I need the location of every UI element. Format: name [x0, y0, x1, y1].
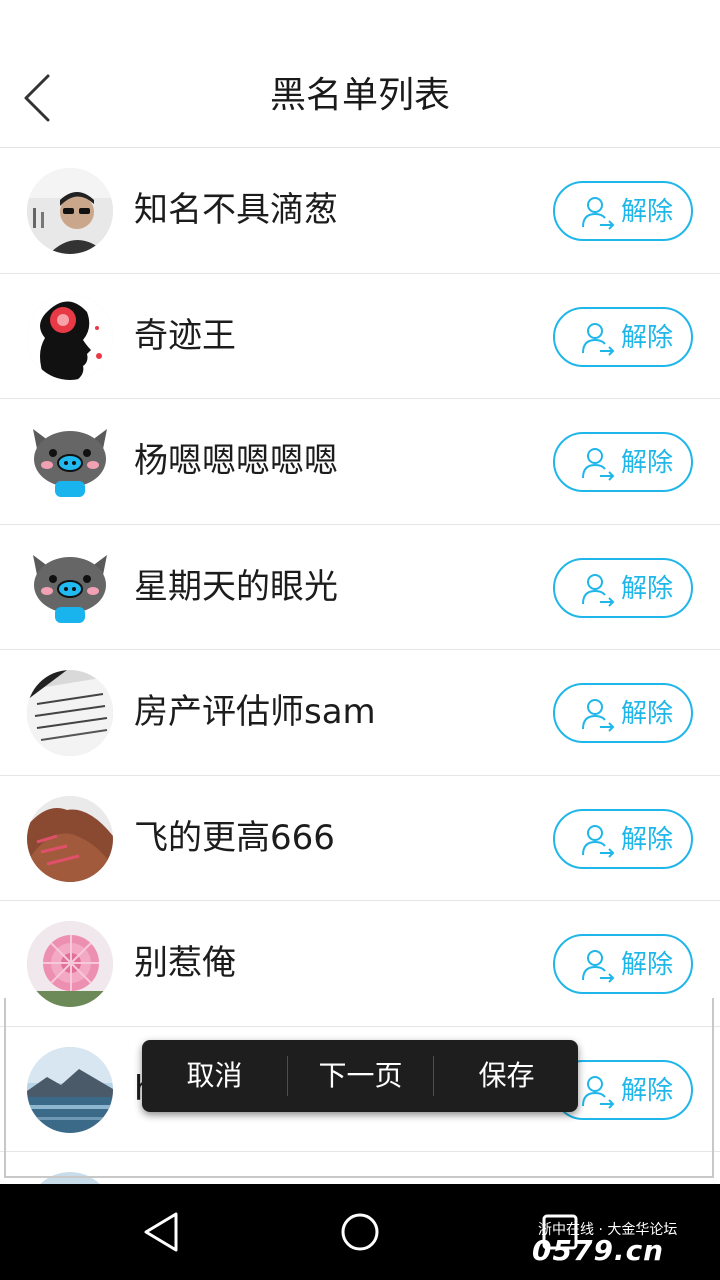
action-popup: 取消 下一页 保存: [142, 1040, 578, 1112]
avatar-image: [27, 1046, 113, 1133]
list-item: 奇迹王 解除: [0, 273, 720, 399]
circle-home-icon: [341, 1213, 379, 1251]
user-name: 杨嗯嗯嗯嗯嗯: [134, 441, 338, 481]
save-button[interactable]: 保存: [434, 1040, 579, 1112]
page-title: 黑名单列表: [269, 75, 450, 116]
list-item: 别惹俺 解除: [0, 901, 720, 1027]
triangle-back-icon: [144, 1212, 178, 1252]
unblock-button[interactable]: 解除: [553, 683, 693, 743]
pig-avatar-image: [33, 429, 107, 497]
next-page-button[interactable]: 下一页: [288, 1040, 433, 1112]
pig-avatar-image: [33, 554, 107, 623]
nav-home-button[interactable]: [330, 1202, 390, 1262]
avatar[interactable]: [27, 545, 113, 631]
avatar[interactable]: [27, 419, 113, 505]
user-name: 飞的更高666: [134, 817, 335, 858]
watermark-logo: 0579.cn: [532, 1234, 665, 1267]
list-item: 房产评估师sam 解除: [0, 650, 720, 776]
watermark: 浙中在线 · 大金华论坛 0579.cn: [530, 1218, 710, 1268]
unblock-label: 解除: [621, 824, 674, 855]
top-bar: 黑名单列表: [0, 48, 720, 148]
unblock-label: 解除: [621, 1075, 674, 1106]
avatar[interactable]: [27, 168, 113, 254]
avatar-image: [27, 795, 113, 882]
user-name: 知名不具滴葱: [134, 190, 338, 230]
nav-back-button[interactable]: [130, 1202, 190, 1262]
user-remove-icon: [582, 824, 615, 858]
screen: 黑名单列表 知名不具滴葱 解除 奇迹王 解除 杨嗯嗯嗯嗯嗯 解除 星期天的眼光 …: [0, 0, 720, 1280]
user-name: 别惹俺: [134, 943, 236, 983]
user-remove-icon: [582, 699, 615, 732]
status-bar: [0, 0, 720, 48]
list-item: 知名不具滴葱 解除: [0, 148, 720, 274]
overlay-frame-bottom: [4, 1176, 714, 1178]
user-remove-icon: [582, 197, 615, 230]
overlay-frame-left: [4, 998, 6, 1176]
user-remove-icon: [582, 1075, 615, 1109]
unblock-label: 解除: [621, 197, 674, 227]
user-remove-icon: [582, 573, 615, 607]
list-item: 飞的更高666 解除: [0, 775, 720, 901]
user-remove-icon: [582, 950, 615, 983]
unblock-label: 解除: [621, 322, 674, 353]
unblock-button[interactable]: 解除: [553, 306, 693, 367]
avatar[interactable]: [27, 795, 113, 882]
avatar[interactable]: [27, 1046, 113, 1133]
avatar[interactable]: [27, 921, 113, 1007]
avatar-image: [27, 670, 113, 756]
avatar-image: [27, 293, 113, 380]
avatar-image: [27, 168, 113, 254]
unblock-label: 解除: [621, 573, 674, 604]
unblock-button[interactable]: 解除: [553, 934, 693, 994]
blacklist-list: 知名不具滴葱 解除 奇迹王 解除 杨嗯嗯嗯嗯嗯 解除 星期天的眼光 解除 房产评…: [0, 148, 720, 1184]
unblock-button[interactable]: 解除: [553, 557, 693, 618]
unblock-label: 解除: [621, 448, 674, 478]
list-item: [0, 1152, 720, 1184]
user-remove-icon: [582, 322, 615, 356]
avatar-image: [27, 921, 113, 1007]
list-item: 杨嗯嗯嗯嗯嗯 解除: [0, 399, 720, 525]
user-remove-icon: [582, 448, 615, 481]
cancel-button[interactable]: 取消: [142, 1040, 287, 1112]
user-name: 星期天的眼光: [134, 566, 338, 607]
user-name: 奇迹王: [134, 315, 236, 356]
avatar[interactable]: [27, 1172, 113, 1184]
user-name: 房产评估师sam: [134, 692, 376, 732]
unblock-label: 解除: [621, 950, 674, 980]
avatar[interactable]: [27, 293, 113, 380]
unblock-button[interactable]: 解除: [553, 432, 693, 492]
unblock-button[interactable]: 解除: [553, 808, 693, 869]
avatar[interactable]: [27, 670, 113, 756]
unblock-button[interactable]: 解除: [553, 181, 693, 241]
list-item: 星期天的眼光 解除: [0, 524, 720, 650]
unblock-label: 解除: [621, 699, 674, 729]
overlay-frame-right: [712, 998, 714, 1176]
